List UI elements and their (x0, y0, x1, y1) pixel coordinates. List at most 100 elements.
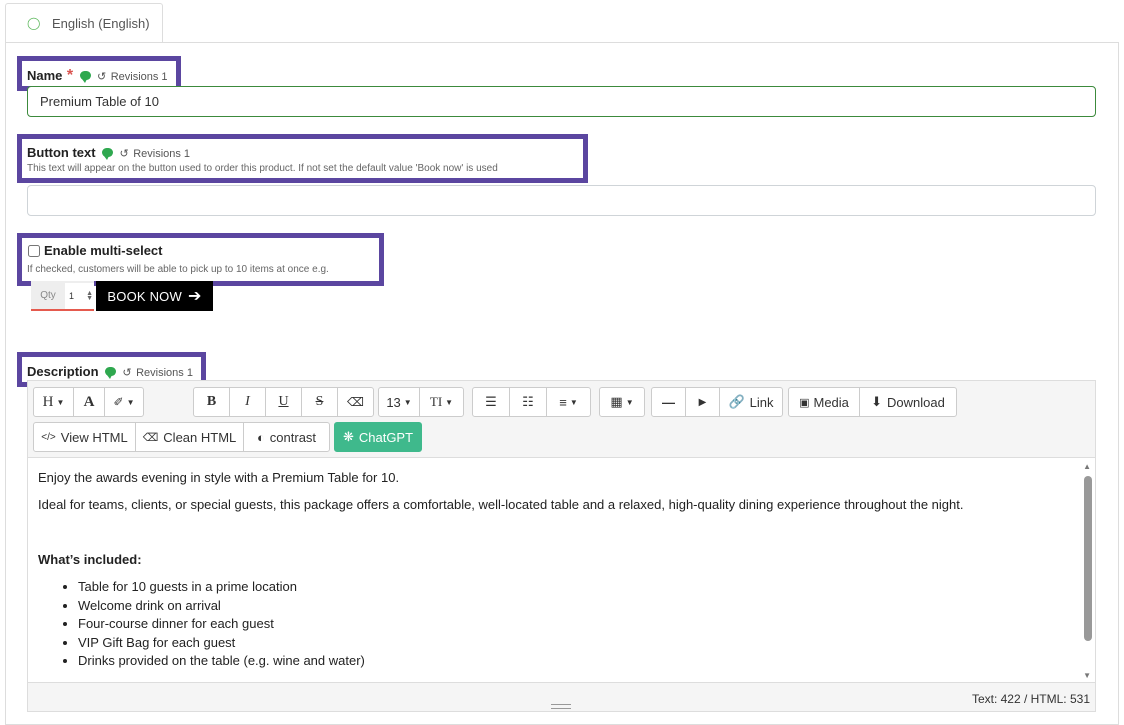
underline-icon: U (278, 394, 289, 409)
ordered-list-icon: ☷ (522, 394, 534, 409)
character-count: Text: 422 / HTML: 531 (971, 692, 1090, 706)
font-size-button[interactable]: 13 ▼ (378, 387, 420, 417)
tab-english[interactable]: ◯ English (English) (5, 3, 163, 43)
heading-icon: H (42, 393, 54, 410)
qty-label: Qty (40, 289, 56, 301)
para-group: ☰ ☷ ≡ ▼ (472, 387, 591, 417)
font-color-icon: A (83, 393, 95, 410)
chatgpt-button[interactable]: ❋ ChatGPT (334, 422, 422, 452)
view-html-button[interactable]: </> View HTML (33, 422, 136, 452)
content-heading: What’s included: (38, 552, 142, 567)
arrow-right-icon: ➔ (187, 288, 202, 305)
clean-html-button[interactable]: ⌫ Clean HTML (135, 422, 244, 452)
content-paragraph-1: Enjoy the awards evening in style with a… (38, 470, 400, 485)
openai-icon: ❋ (342, 429, 354, 444)
list-item: Four-course dinner for each guest (78, 615, 365, 634)
history-icon[interactable]: ↺ (120, 148, 129, 160)
style-group: H ▼ A ✐ ▼ (33, 387, 144, 417)
html-group: </> View HTML ⌫ Clean HTML ◐ contrast (33, 422, 330, 452)
scroll-thumb[interactable] (1084, 476, 1092, 641)
history-icon[interactable]: ↺ (97, 71, 106, 83)
strikethrough-button[interactable]: S (301, 387, 338, 417)
clean-html-label: Clean HTML (163, 429, 237, 445)
align-left-icon: ≡ (559, 394, 567, 410)
button-text-help: This text will appear on the button used… (27, 163, 498, 174)
required-mark: * (66, 67, 74, 84)
tab-english-label: English (English) (52, 15, 150, 31)
included-list: Table for 10 guests in a prime location … (38, 578, 365, 671)
media-group: ▣ Media ⬇ Download (788, 387, 957, 417)
editor-content[interactable]: Enjoy the awards evening in style with a… (28, 457, 1095, 683)
comment-icon[interactable] (102, 148, 114, 161)
name-input[interactable] (27, 86, 1096, 117)
underline-button[interactable]: U (265, 387, 302, 417)
italic-button[interactable]: I (229, 387, 266, 417)
view-html-label: View HTML (60, 429, 128, 445)
ordered-list-button[interactable]: ☷ (509, 387, 547, 417)
qty-preview: Qty 1 ▲ ▼ (31, 281, 94, 311)
line-height-button[interactable]: TI ▼ (419, 387, 464, 417)
comment-icon[interactable] (104, 367, 116, 380)
video-button[interactable]: ▶ (685, 387, 720, 417)
heading-button[interactable]: H ▼ (33, 387, 74, 417)
content-scrollbar[interactable]: ▲ ▼ (1080, 458, 1095, 682)
content-paragraph-2: Ideal for teams, clients, or special gue… (38, 497, 964, 512)
book-now-preview: BOOK NOW ➔ (96, 281, 213, 311)
contrast-label: contrast (269, 429, 317, 445)
button-text-label: Button text (27, 145, 96, 160)
horizontal-rule-icon: — (662, 394, 675, 410)
align-button[interactable]: ≡ ▼ (546, 387, 591, 417)
table-button[interactable]: ▦ ▼ (599, 387, 645, 417)
multi-select-checkbox[interactable] (28, 244, 40, 257)
name-label: Name (27, 68, 63, 83)
button-text-revisions-link[interactable]: Revisions 1 (133, 148, 190, 160)
brush-icon: ✐ (113, 395, 124, 409)
spinner-icon: ▲ ▼ (86, 290, 93, 302)
bold-button[interactable]: B (193, 387, 230, 417)
download-button[interactable]: ⬇ Download (859, 387, 957, 417)
contrast-button[interactable]: ◐ contrast (243, 422, 330, 452)
image-icon: ▣ (799, 396, 810, 409)
download-label: Download (887, 394, 945, 410)
media-button[interactable]: ▣ Media (788, 387, 860, 417)
video-icon: ▶ (698, 396, 707, 408)
list-item: VIP Gift Bag for each guest (78, 634, 365, 653)
button-text-input[interactable] (27, 185, 1096, 216)
chatgpt-label: ChatGPT (358, 429, 414, 445)
list-item: Table for 10 guests in a prime location (78, 578, 365, 597)
bullet-list-button[interactable]: ☰ (472, 387, 510, 417)
book-now-label: BOOK NOW (107, 288, 182, 304)
contrast-icon: ◐ (256, 429, 265, 445)
multi-select-label[interactable]: Enable multi-select (44, 243, 162, 258)
horizontal-rule-button[interactable]: — (651, 387, 686, 417)
link-label: Link (749, 394, 774, 410)
ai-group: ❋ ChatGPT (334, 422, 422, 452)
eraser-button[interactable]: ⌫ (337, 387, 374, 417)
multi-select-highlight: Enable multi-select If checked, customer… (17, 233, 384, 286)
font-color-button[interactable]: A (73, 387, 105, 417)
history-icon[interactable]: ↺ (122, 367, 131, 379)
link-button[interactable]: 🔗 Link (719, 387, 783, 417)
table-icon: ▦ (610, 394, 623, 409)
comment-icon[interactable] (79, 71, 91, 84)
qty-value-text: 1 (69, 291, 75, 301)
description-label: Description (27, 364, 99, 379)
size-group: 13 ▼ TI ▼ (378, 387, 464, 417)
name-revisions-link[interactable]: Revisions 1 (111, 71, 168, 83)
qty-value: 1 ▲ ▼ (65, 283, 94, 309)
insert-group: — ▶ 🔗 Link (651, 387, 783, 417)
bullet-list-icon: ☰ (485, 394, 497, 409)
eraser-icon: ⌫ (142, 431, 159, 444)
scroll-up-icon[interactable]: ▲ (1083, 462, 1091, 471)
eraser-icon: ⌫ (347, 395, 364, 409)
resize-grip-icon[interactable] (551, 704, 571, 709)
bold-icon: B (206, 394, 217, 409)
scroll-down-icon[interactable]: ▼ (1083, 671, 1091, 680)
speech-bubble-icon: ◯ (27, 16, 41, 30)
description-editor: H ▼ A ✐ ▼ B I U S ⌫ 13 ▼ TI ▼ ☰ ☷ ≡ ▼ ▦ ▼ — ▶ … (27, 380, 1096, 712)
table-group: ▦ ▼ (599, 387, 645, 417)
brush-button[interactable]: ✐ ▼ (104, 387, 144, 417)
description-revisions-link[interactable]: Revisions 1 (136, 367, 193, 379)
button-text-label-highlight: Button text ↺ Revisions 1 This text will… (17, 134, 588, 183)
font-size-value: 13 (386, 394, 401, 410)
